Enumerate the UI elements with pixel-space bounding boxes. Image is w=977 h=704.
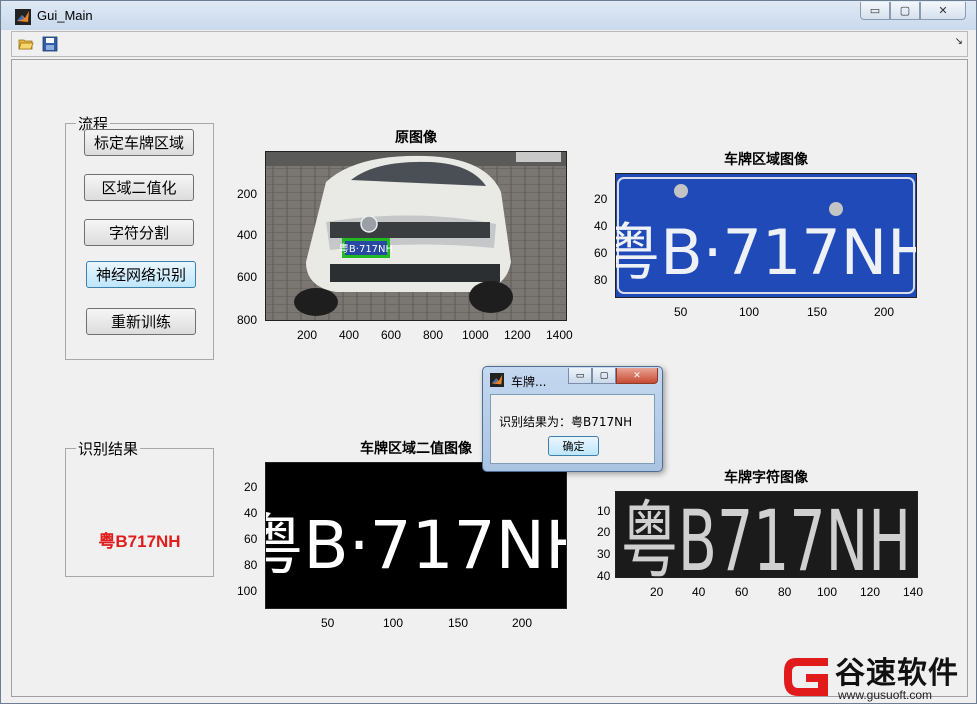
minimize-button[interactable]: ▭ <box>860 2 890 20</box>
dialog-title: 车牌... <box>511 375 547 389</box>
xtick: 800 <box>423 328 444 342</box>
xtick: 120 <box>860 585 881 599</box>
chars-image: 粤B717NH <box>615 491 918 578</box>
ytick: 80 <box>594 273 608 287</box>
dialog-minimize-button[interactable]: ▭ <box>568 368 592 384</box>
close-button[interactable]: ✕ <box>920 2 966 20</box>
binary-plate-text: 粤B·717NH <box>266 507 566 584</box>
chars-plate-text: 粤B717NH <box>621 492 911 577</box>
locate-plate-button[interactable]: 标定车牌区域 <box>84 129 194 156</box>
dialog-body: 识别结果为：粤B717NH 确定 <box>490 394 655 464</box>
result-panel-legend: 识别结果 <box>78 440 139 458</box>
ytick: 60 <box>244 532 258 546</box>
ytick: 600 <box>237 270 258 284</box>
original-plot-title: 原图像 <box>395 130 437 146</box>
ytick: 20 <box>597 525 611 539</box>
segment-chars-button[interactable]: 字符分割 <box>84 219 194 246</box>
dialog-close-button[interactable]: ✕ <box>616 368 658 384</box>
xtick: 40 <box>692 585 706 599</box>
xtick: 60 <box>735 585 749 599</box>
xtick: 1200 <box>504 328 531 342</box>
ytick: 40 <box>244 506 258 520</box>
xtick: 150 <box>448 616 469 630</box>
xtick: 400 <box>339 328 360 342</box>
matlab-icon <box>15 9 31 25</box>
result-dialog: 车牌... ▭ ▢ ✕ 识别结果为：粤B717NH 确定 <box>482 366 663 472</box>
ytick: 30 <box>597 547 611 561</box>
xtick: 200 <box>297 328 318 342</box>
open-folder-icon[interactable] <box>18 36 34 52</box>
plate-region-text: 粤B·717NH <box>616 216 916 289</box>
original-image: 粤B·717NH <box>265 151 567 321</box>
dialog-message: 识别结果为：粤B717NH <box>499 415 633 429</box>
xtick: 150 <box>807 305 828 319</box>
maximize-button[interactable]: ▢ <box>890 2 920 20</box>
dock-arrow-icon[interactable]: ↘ <box>955 36 963 47</box>
xtick: 100 <box>383 616 404 630</box>
xtick: 50 <box>321 616 335 630</box>
ytick: 40 <box>594 219 608 233</box>
watermark-text: 谷速软件 <box>835 656 959 691</box>
xtick: 80 <box>778 585 792 599</box>
chars-plate: 粤B717NH <box>616 492 917 577</box>
matlab-icon <box>490 373 504 387</box>
xtick: 20 <box>650 585 664 599</box>
dialog-maximize-button[interactable]: ▢ <box>592 368 616 384</box>
ytick: 80 <box>244 558 258 572</box>
main-window: Gui_Main ▭ ▢ ✕ ↘ 流程 标定车牌区域 区域二值化 字符分割 神经… <box>0 0 977 704</box>
xtick: 140 <box>903 585 924 599</box>
retrain-button[interactable]: 重新训练 <box>86 308 196 335</box>
car-photo: 粤B·717NH <box>266 152 566 320</box>
binary-image: 粤B·717NH <box>265 462 567 609</box>
ytick: 200 <box>237 187 258 201</box>
nn-recognize-button[interactable]: 神经网络识别 <box>86 261 196 288</box>
ytick: 20 <box>244 480 258 494</box>
ytick: 40 <box>597 569 611 583</box>
plate-region-image: 粤B·717NH <box>615 173 917 298</box>
xtick: 1400 <box>546 328 573 342</box>
ytick: 400 <box>237 228 258 242</box>
title-bar[interactable]: Gui_Main ▭ ▢ ✕ <box>1 1 976 30</box>
ytick: 10 <box>597 504 611 518</box>
car-plate-text: 粤B·717NH <box>339 242 393 255</box>
ytick: 800 <box>237 313 258 327</box>
ytick: 100 <box>237 584 258 598</box>
xtick: 50 <box>674 305 688 319</box>
window-title: Gui_Main <box>37 8 93 23</box>
plate-region-plot-title: 车牌区域图像 <box>724 152 808 168</box>
result-value: 粤B717NH <box>98 532 181 551</box>
gusu-logo-icon <box>784 658 828 696</box>
xtick: 200 <box>874 305 895 319</box>
plate-region-photo: 粤B·717NH <box>616 174 916 297</box>
xtick: 100 <box>739 305 760 319</box>
ok-button[interactable]: 确定 <box>548 436 599 456</box>
result-panel: 识别结果 <box>65 438 214 577</box>
xtick: 200 <box>512 616 533 630</box>
watermark-url: www.gusuoft.com <box>838 688 933 702</box>
xtick: 600 <box>381 328 402 342</box>
binarize-button[interactable]: 区域二值化 <box>84 174 194 201</box>
save-icon[interactable] <box>42 36 58 52</box>
xtick: 1000 <box>462 328 489 342</box>
watermark-logo: 谷速软件 www.gusuoft.com <box>780 648 977 704</box>
xtick: 100 <box>817 585 838 599</box>
ytick: 20 <box>594 192 608 206</box>
ytick: 60 <box>594 246 608 260</box>
binary-plate: 粤B·717NH <box>266 463 566 608</box>
toolbar: ↘ <box>11 31 968 57</box>
